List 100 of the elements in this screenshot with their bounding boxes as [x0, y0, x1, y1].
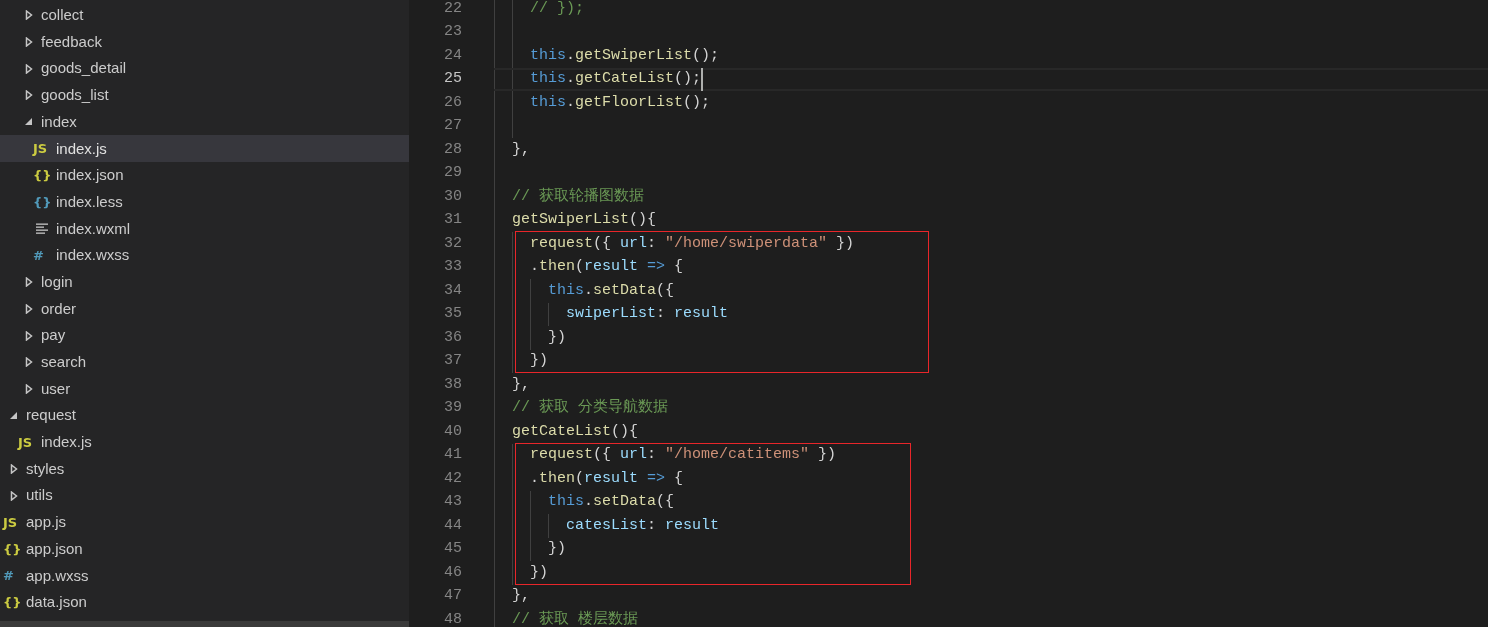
file-name: feedback [41, 31, 102, 52]
tree-item[interactable]: goods_detail [0, 55, 409, 83]
line-number: 47 [443, 586, 462, 606]
tree-item[interactable]: goods_list [0, 82, 409, 109]
line-number: 38 [443, 374, 462, 395]
file-name: order [41, 298, 77, 319]
file-name: data.json [26, 592, 87, 613]
line-number: 41 [443, 445, 462, 465]
line-number: 31 [443, 210, 462, 230]
code-line: .then(result => { [529, 257, 684, 277]
line-number: 40 [443, 421, 462, 442]
file-type-icon: {} [3, 595, 22, 609]
file-type-icon: # [3, 569, 14, 583]
code-line: // 获取轮播图数据 [511, 186, 644, 207]
collapse-icon[interactable] [10, 410, 18, 421]
tree-item[interactable]: {} index.json [0, 162, 409, 189]
file-type-icon: {} [3, 542, 22, 556]
expand-icon[interactable] [25, 357, 33, 368]
expand-icon[interactable] [25, 330, 33, 341]
file-name: collect [41, 5, 84, 26]
tree-item[interactable]: feedback [0, 28, 409, 56]
file-name: index [41, 111, 77, 132]
expand-icon[interactable] [25, 10, 33, 21]
code-line: }, [511, 374, 530, 395]
tree-item[interactable]: JS app.js [0, 509, 409, 536]
file-name: app.js [26, 512, 67, 533]
file-name: styles [26, 458, 65, 479]
tree-item[interactable]: user [0, 375, 409, 403]
code-line: }) [547, 539, 566, 559]
expand-icon[interactable] [25, 383, 33, 394]
tree-item[interactable]: utils [0, 482, 409, 510]
tree-item[interactable]: order [0, 295, 409, 323]
tree-item[interactable]: {} index.less [0, 188, 409, 216]
code-line: request({ url: "/home/swiperdata" }) [529, 233, 855, 254]
line-number: 32 [443, 233, 462, 254]
expand-icon[interactable] [10, 464, 18, 475]
code-line: request({ url: "/home/catitems" }) [529, 445, 837, 465]
text-cursor [701, 68, 704, 91]
code-line: getCateList(){ [511, 421, 639, 442]
tree-item[interactable]: styles [0, 455, 409, 483]
tree-item[interactable]: pay [0, 322, 409, 349]
tree-item[interactable]: login [0, 268, 409, 296]
tree-item[interactable]: JS index.js [0, 135, 409, 163]
line-number: 34 [443, 280, 462, 301]
expand-icon[interactable] [25, 277, 33, 288]
file-type-icon: JS [18, 435, 33, 449]
tree-item[interactable]: index.wxml [0, 215, 409, 243]
tree-item[interactable]: collect [0, 2, 409, 29]
line-number: 24 [443, 45, 462, 66]
tree-item[interactable]: JS index.js [0, 429, 409, 456]
collapse-icon[interactable] [25, 117, 33, 128]
line-number: 28 [443, 139, 462, 160]
line-number: 30 [443, 186, 462, 207]
file-type-icon: {} [33, 195, 52, 209]
expand-icon[interactable] [25, 90, 33, 101]
line-number: 44 [443, 515, 462, 536]
tree-item[interactable]: # index.wxss [0, 242, 409, 269]
code-line: }, [511, 139, 530, 160]
file-name: index.less [56, 191, 123, 212]
file-name: index.json [56, 165, 124, 186]
tree-item[interactable]: request [0, 402, 409, 429]
line-number: 25 [443, 69, 462, 89]
code-line: this.getFloorList(); [529, 92, 711, 113]
expand-icon[interactable] [10, 490, 18, 501]
file-name: request [26, 405, 77, 426]
tree-item[interactable]: {} data.json [0, 589, 409, 616]
code-line: catesList: result [565, 515, 720, 536]
code-line: }) [529, 562, 548, 583]
line-number: 36 [443, 327, 462, 348]
file-name: index.js [56, 138, 107, 159]
tree-item[interactable]: {} app.json [0, 535, 409, 563]
code-line: this.setData({ [547, 492, 675, 512]
tree-item[interactable]: # app.wxss [0, 562, 409, 590]
tree-item[interactable]: index [0, 108, 409, 136]
file-name: index.wxml [56, 218, 131, 239]
file-name: app.json [26, 538, 83, 559]
file-name: pay [41, 325, 66, 346]
scrollbar[interactable] [0, 621, 409, 627]
file-type-icon: JS [33, 142, 48, 156]
file-name: goods_detail [41, 58, 127, 79]
expand-icon[interactable] [25, 37, 33, 48]
code-line: this.getCateList(); [529, 69, 702, 89]
line-number: 35 [443, 304, 462, 324]
code-line: }) [529, 351, 548, 371]
code-line: this.getSwiperList(); [529, 45, 720, 66]
line-number: 22 [443, 0, 462, 19]
expand-icon[interactable] [25, 303, 33, 314]
file-type-icon: # [33, 249, 44, 263]
line-number: 43 [443, 492, 462, 512]
code-line: }) [547, 327, 566, 348]
code-line: getSwiperList(){ [511, 210, 657, 230]
file-type-icon: JS [3, 515, 18, 529]
line-number: 29 [443, 163, 462, 183]
file-lines-icon [36, 223, 48, 235]
file-name: index.wxss [56, 245, 130, 266]
code-line: this.setData({ [547, 280, 675, 301]
line-number: 27 [443, 116, 462, 136]
file-name: login [41, 271, 73, 292]
tree-item[interactable]: search [0, 348, 409, 376]
expand-icon[interactable] [25, 63, 33, 74]
